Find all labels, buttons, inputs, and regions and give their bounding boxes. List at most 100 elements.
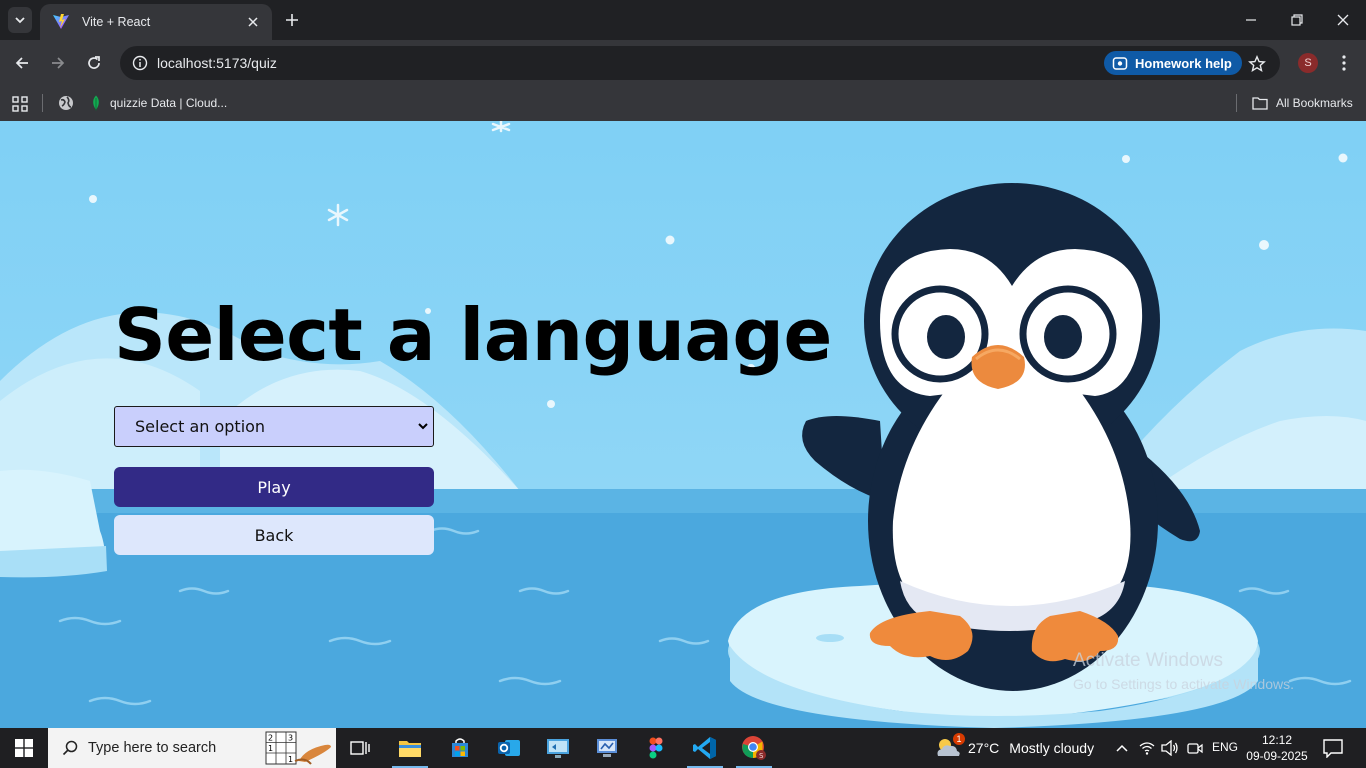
camera-icon	[1187, 743, 1203, 754]
quiz-page: Select a language Select an option Play …	[0, 121, 1366, 728]
start-button[interactable]	[0, 728, 48, 768]
profile-initial: S	[1304, 57, 1312, 69]
bookmarks-divider	[42, 94, 43, 112]
clock-time: 12:12	[1261, 733, 1293, 747]
watermark-title: Activate Windows	[1073, 650, 1223, 671]
tab-strip: Vite + React	[0, 0, 1366, 40]
reload-icon	[88, 56, 100, 69]
close-tab-icon[interactable]	[244, 13, 262, 31]
sudoku-highlight-icon[interactable]: 2 3 1 1	[265, 731, 333, 765]
close-window-button[interactable]	[1320, 0, 1366, 40]
svg-text:1: 1	[288, 755, 293, 764]
vite-logo-icon	[53, 14, 69, 29]
tab-vite-react[interactable]: Vite + React	[40, 4, 272, 40]
folder-icon	[399, 741, 421, 757]
profile-avatar[interactable]: S	[1298, 53, 1318, 73]
taskbar-task-view[interactable]	[336, 728, 384, 768]
globe-icon[interactable]	[58, 95, 74, 111]
windows-taskbar: Type here to search 2 3 1 1 S 1 27°C Mos…	[0, 728, 1366, 768]
task-view-icon	[350, 741, 370, 755]
page-title: Select a language	[114, 293, 832, 377]
weather-badge: 1	[953, 733, 965, 745]
taskbar-chrome[interactable]: S	[730, 728, 778, 768]
forward-nav-button[interactable]	[44, 49, 72, 77]
store-icon	[452, 738, 468, 757]
weather-description: Mostly cloudy	[1009, 740, 1095, 756]
restore-icon	[1291, 14, 1303, 26]
back-button[interactable]: Back	[114, 515, 434, 555]
wifi-icon	[1139, 742, 1155, 755]
taskbar-vscode[interactable]	[681, 728, 729, 768]
folder-icon	[1252, 97, 1268, 110]
homework-help-button[interactable]: Homework help	[1104, 51, 1242, 75]
restore-button[interactable]	[1274, 0, 1320, 40]
weather-temp: 27°C	[968, 740, 1000, 756]
clock[interactable]: 12:12 09-09-2025	[1246, 732, 1308, 764]
chevron-up-icon	[1116, 744, 1128, 752]
show-hidden-icons-button[interactable]	[1112, 738, 1132, 758]
svg-text:S: S	[759, 752, 764, 760]
svg-text:3: 3	[288, 734, 293, 743]
speaker-icon	[1161, 740, 1178, 756]
minimize-icon	[1246, 19, 1256, 21]
play-button[interactable]: Play	[114, 467, 434, 507]
chevron-down-icon	[15, 17, 25, 24]
close-icon	[1337, 14, 1349, 26]
taskbar-search[interactable]: Type here to search 2 3 1 1	[48, 728, 336, 768]
clock-date: 09-09-2025	[1246, 749, 1308, 763]
meet-now-tray[interactable]	[1185, 738, 1205, 758]
chevron-down-icon	[418, 423, 428, 430]
windows-logo-icon	[15, 739, 33, 757]
url-text[interactable]: localhost:5173/quiz	[157, 55, 277, 71]
language-select[interactable]: Select an option	[114, 406, 434, 447]
bookmark-label: quizzie Data | Cloud...	[110, 96, 228, 110]
search-placeholder: Type here to search	[88, 740, 217, 756]
vscode-icon	[693, 737, 716, 759]
taskbar-figma[interactable]	[632, 728, 680, 768]
svg-text:2: 2	[268, 734, 273, 743]
input-language[interactable]: ENG	[1212, 740, 1238, 754]
more-vertical-icon	[1342, 55, 1346, 71]
lens-icon	[1112, 57, 1128, 70]
bookmarks-divider-right	[1236, 94, 1237, 112]
minimize-button[interactable]	[1228, 0, 1274, 40]
remote-desktop-icon	[547, 739, 569, 758]
notification-center-icon[interactable]	[1322, 738, 1344, 758]
taskbar-microsoft-store[interactable]	[436, 728, 484, 768]
activate-windows-watermark: Activate Windows Go to Settings to activ…	[1073, 650, 1294, 692]
mongodb-leaf-icon	[93, 95, 99, 111]
watermark-subtitle: Go to Settings to activate Windows.	[1073, 676, 1294, 692]
new-tab-button[interactable]	[280, 8, 304, 32]
tab-title: Vite + React	[82, 15, 151, 29]
reload-button[interactable]	[80, 49, 108, 77]
outlook-icon	[498, 740, 520, 756]
weather-widget[interactable]: 1 27°C Mostly cloudy	[934, 728, 1094, 768]
apps-grid-icon[interactable]	[11, 95, 29, 113]
bookmarks-bar: quizzie Data | Cloud... All Bookmarks	[0, 86, 1366, 121]
network-tray[interactable]	[1137, 738, 1157, 758]
search-icon	[62, 740, 78, 756]
cloudy-weather-icon: 1	[934, 733, 965, 760]
tab-search-button[interactable]	[8, 7, 32, 33]
bookmark-star-icon[interactable]	[1246, 53, 1268, 75]
bookmark-quizzie-data[interactable]: quizzie Data | Cloud...	[90, 92, 227, 114]
figma-icon	[649, 737, 663, 759]
arrow-left-icon	[15, 57, 28, 69]
all-bookmarks-button[interactable]: All Bookmarks	[1252, 92, 1353, 114]
back-nav-button[interactable]	[8, 49, 36, 77]
taskbar-file-explorer[interactable]	[386, 728, 434, 768]
arrow-right-icon	[52, 57, 65, 69]
all-bookmarks-label: All Bookmarks	[1276, 96, 1353, 110]
plus-icon	[286, 14, 298, 26]
taskbar-control-panel[interactable]	[583, 728, 631, 768]
homework-help-label: Homework help	[1135, 55, 1232, 71]
browser-menu-button[interactable]	[1334, 53, 1354, 73]
site-info-icon[interactable]	[130, 53, 150, 73]
control-panel-icon	[597, 739, 617, 757]
volume-tray[interactable]	[1160, 738, 1180, 758]
svg-text:1: 1	[268, 744, 273, 753]
taskbar-remote-desktop[interactable]	[534, 728, 582, 768]
address-bar[interactable]: localhost:5173/quiz Homework help	[120, 46, 1280, 80]
browser-toolbar: localhost:5173/quiz Homework help S	[0, 40, 1366, 86]
taskbar-outlook[interactable]	[485, 728, 533, 768]
